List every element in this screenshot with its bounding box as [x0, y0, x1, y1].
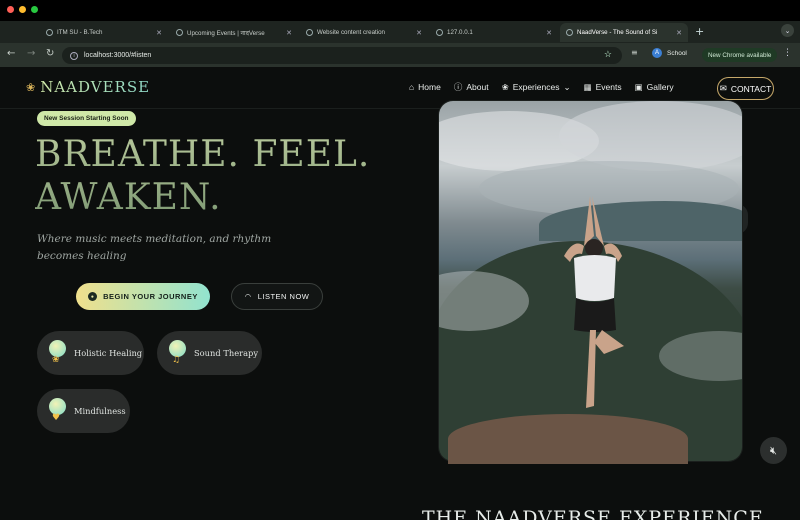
nav-home[interactable]: ⌂ Home	[409, 82, 441, 92]
feature-holistic-healing[interactable]: ❀ Holistic Healing	[37, 331, 144, 375]
mute-audio-button[interactable]: 🔇︎	[760, 437, 787, 464]
tab-favicon-icon	[176, 29, 183, 36]
nav-label: Gallery	[646, 82, 674, 92]
nav-gallery[interactable]: ▣ Gallery	[635, 82, 674, 93]
section-heading: THE NAADVERSE EXPERIENCE	[422, 507, 764, 520]
avatar: A	[652, 48, 662, 58]
hero-photo	[439, 101, 742, 461]
tab-favicon-icon	[436, 29, 443, 36]
window-controls	[7, 6, 38, 13]
url-text: localhost:3000/#listen	[84, 52, 152, 59]
browser-toolbar: ← → ↻ i localhost:3000/#listen ☆ ≡ A Sch…	[0, 43, 800, 67]
headphones-icon: ◠	[244, 292, 252, 301]
nav-about[interactable]: ⓘ About	[454, 81, 489, 93]
site-info-icon[interactable]: i	[70, 51, 78, 60]
profile-chip[interactable]: A School	[652, 48, 687, 58]
reload-icon[interactable]: ↻	[46, 48, 54, 59]
session-badge-label: New Session Starting Soon	[44, 115, 129, 122]
main-nav: ⌂ Home ⓘ About ❀ Experiences ⌄ ▦ Events …	[409, 81, 674, 93]
hero-title: BREATHE. FEEL. AWAKEN.	[35, 133, 395, 219]
heart-icon: ♥	[48, 398, 68, 424]
tab-favicon-icon	[306, 29, 313, 36]
music-note-icon: ♫	[168, 340, 188, 366]
lotus-icon: ❀	[501, 81, 509, 92]
tab-favicon-icon	[46, 29, 53, 36]
maximize-window-button[interactable]	[31, 6, 38, 13]
feature-label: Holistic Healing	[74, 348, 143, 358]
close-window-button[interactable]	[7, 6, 14, 13]
speaker-muted-icon: 🔇︎	[770, 443, 777, 457]
info-icon: ⓘ	[453, 82, 463, 92]
feature-mindfulness[interactable]: ♥ Mindfulness	[37, 389, 130, 433]
begin-journey-label: BEGIN YOUR JOURNEY	[103, 292, 198, 301]
nav-label: About	[466, 82, 489, 92]
hero-subtitle: Where music meets meditation, and rhythm…	[37, 233, 272, 262]
chevron-down-icon: ⌄	[563, 81, 571, 92]
tab-title: Website content creation	[317, 29, 385, 36]
hero-title-line2: AWAKEN.	[35, 177, 222, 218]
close-tab-icon[interactable]: ✕	[546, 29, 552, 37]
tab-title: NaadVerse - The Sound of Si	[577, 29, 658, 36]
tab-title: 127.0.0.1	[447, 29, 473, 36]
session-badge: New Session Starting Soon	[37, 111, 136, 126]
back-arrow-icon[interactable]: ←	[7, 48, 15, 59]
site-logo[interactable]: ❀ NAADVERSE	[26, 78, 150, 96]
browser-tab[interactable]: ITM SU - B.Tech ✕	[40, 23, 168, 42]
nav-events[interactable]: ▦ Events	[584, 82, 622, 93]
browser-tab-strip: ITM SU - B.Tech ✕ Upcoming Events | नादV…	[0, 0, 800, 43]
more-menu-icon[interactable]: ⋮	[783, 48, 792, 58]
update-label: New Chrome available	[708, 51, 772, 59]
compass-icon: ●	[88, 292, 98, 301]
yoga-person-figure	[564, 196, 624, 408]
nav-experiences[interactable]: ❀ Experiences ⌄	[502, 82, 571, 93]
tab-search-chevron-icon[interactable]: ⌄	[781, 24, 794, 37]
listen-now-button[interactable]: ◠ LISTEN NOW	[231, 283, 323, 310]
mail-icon: ✉	[719, 83, 727, 93]
feature-label: Mindfulness	[74, 406, 126, 416]
feature-sound-therapy[interactable]: ♫ Sound Therapy	[157, 331, 262, 375]
rock-ledge	[448, 414, 688, 464]
update-chrome-button[interactable]: New Chrome available	[702, 48, 778, 62]
close-tab-icon[interactable]: ✕	[416, 29, 422, 37]
media-controls-icon[interactable]: ≡	[631, 48, 638, 57]
feature-label: Sound Therapy	[194, 348, 259, 358]
browser-tab[interactable]: Upcoming Events | नादVerse ✕	[170, 23, 298, 42]
contact-label: CONTACT	[730, 83, 772, 94]
nav-label: Home	[418, 82, 441, 92]
browser-tab-active[interactable]: NaadVerse - The Sound of Si ✕	[560, 23, 688, 42]
brand-name: NAADVERSE	[40, 78, 151, 96]
lotus-icon: ❀	[26, 80, 36, 94]
calendar-icon: ▦	[583, 81, 592, 92]
page-content: ❀ NAADVERSE ⌂ Home ⓘ About ❀ Experiences…	[0, 67, 800, 520]
nav-label: Experiences	[512, 82, 560, 92]
tab-favicon-icon	[566, 29, 573, 36]
hero-title-line1: BREATHE. FEEL.	[35, 134, 371, 175]
new-tab-button[interactable]: +	[695, 25, 704, 38]
browser-tab[interactable]: 127.0.0.1 ✕	[430, 23, 558, 42]
browser-tab[interactable]: Website content creation ✕	[300, 23, 428, 42]
gallery-icon: ▣	[634, 81, 643, 92]
begin-journey-button[interactable]: ● BEGIN YOUR JOURNEY	[76, 283, 210, 310]
forward-arrow-icon[interactable]: →	[27, 48, 35, 59]
profile-name: School	[667, 49, 687, 57]
contact-button[interactable]: ✉ CONTACT	[717, 77, 774, 100]
close-tab-icon[interactable]: ✕	[156, 29, 162, 37]
bookmark-star-icon[interactable]: ☆	[604, 49, 612, 60]
home-icon: ⌂	[409, 82, 415, 92]
nav-label: Events	[595, 82, 622, 92]
lotus-icon: ❀	[48, 340, 68, 366]
tab-title: Upcoming Events | नादVerse	[187, 30, 265, 37]
tab-title: ITM SU - B.Tech	[57, 29, 103, 36]
close-tab-icon[interactable]: ✕	[286, 29, 292, 37]
listen-now-label: LISTEN NOW	[257, 292, 310, 301]
minimize-window-button[interactable]	[19, 6, 26, 13]
address-bar[interactable]: i localhost:3000/#listen ☆	[62, 47, 622, 64]
close-tab-icon[interactable]: ✕	[676, 29, 682, 37]
